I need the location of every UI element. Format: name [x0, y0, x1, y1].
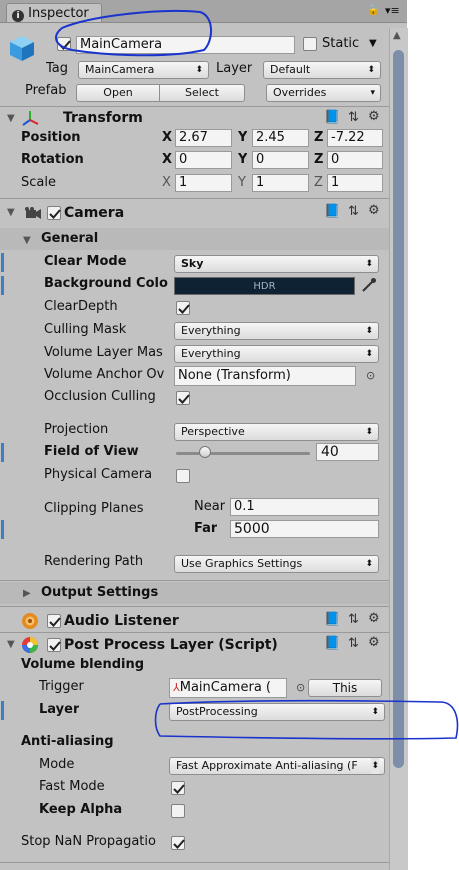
annotation-overlay	[55, 9, 459, 740]
annotation-circle-name	[55, 9, 212, 57]
annotation-box-layer	[154, 699, 459, 740]
